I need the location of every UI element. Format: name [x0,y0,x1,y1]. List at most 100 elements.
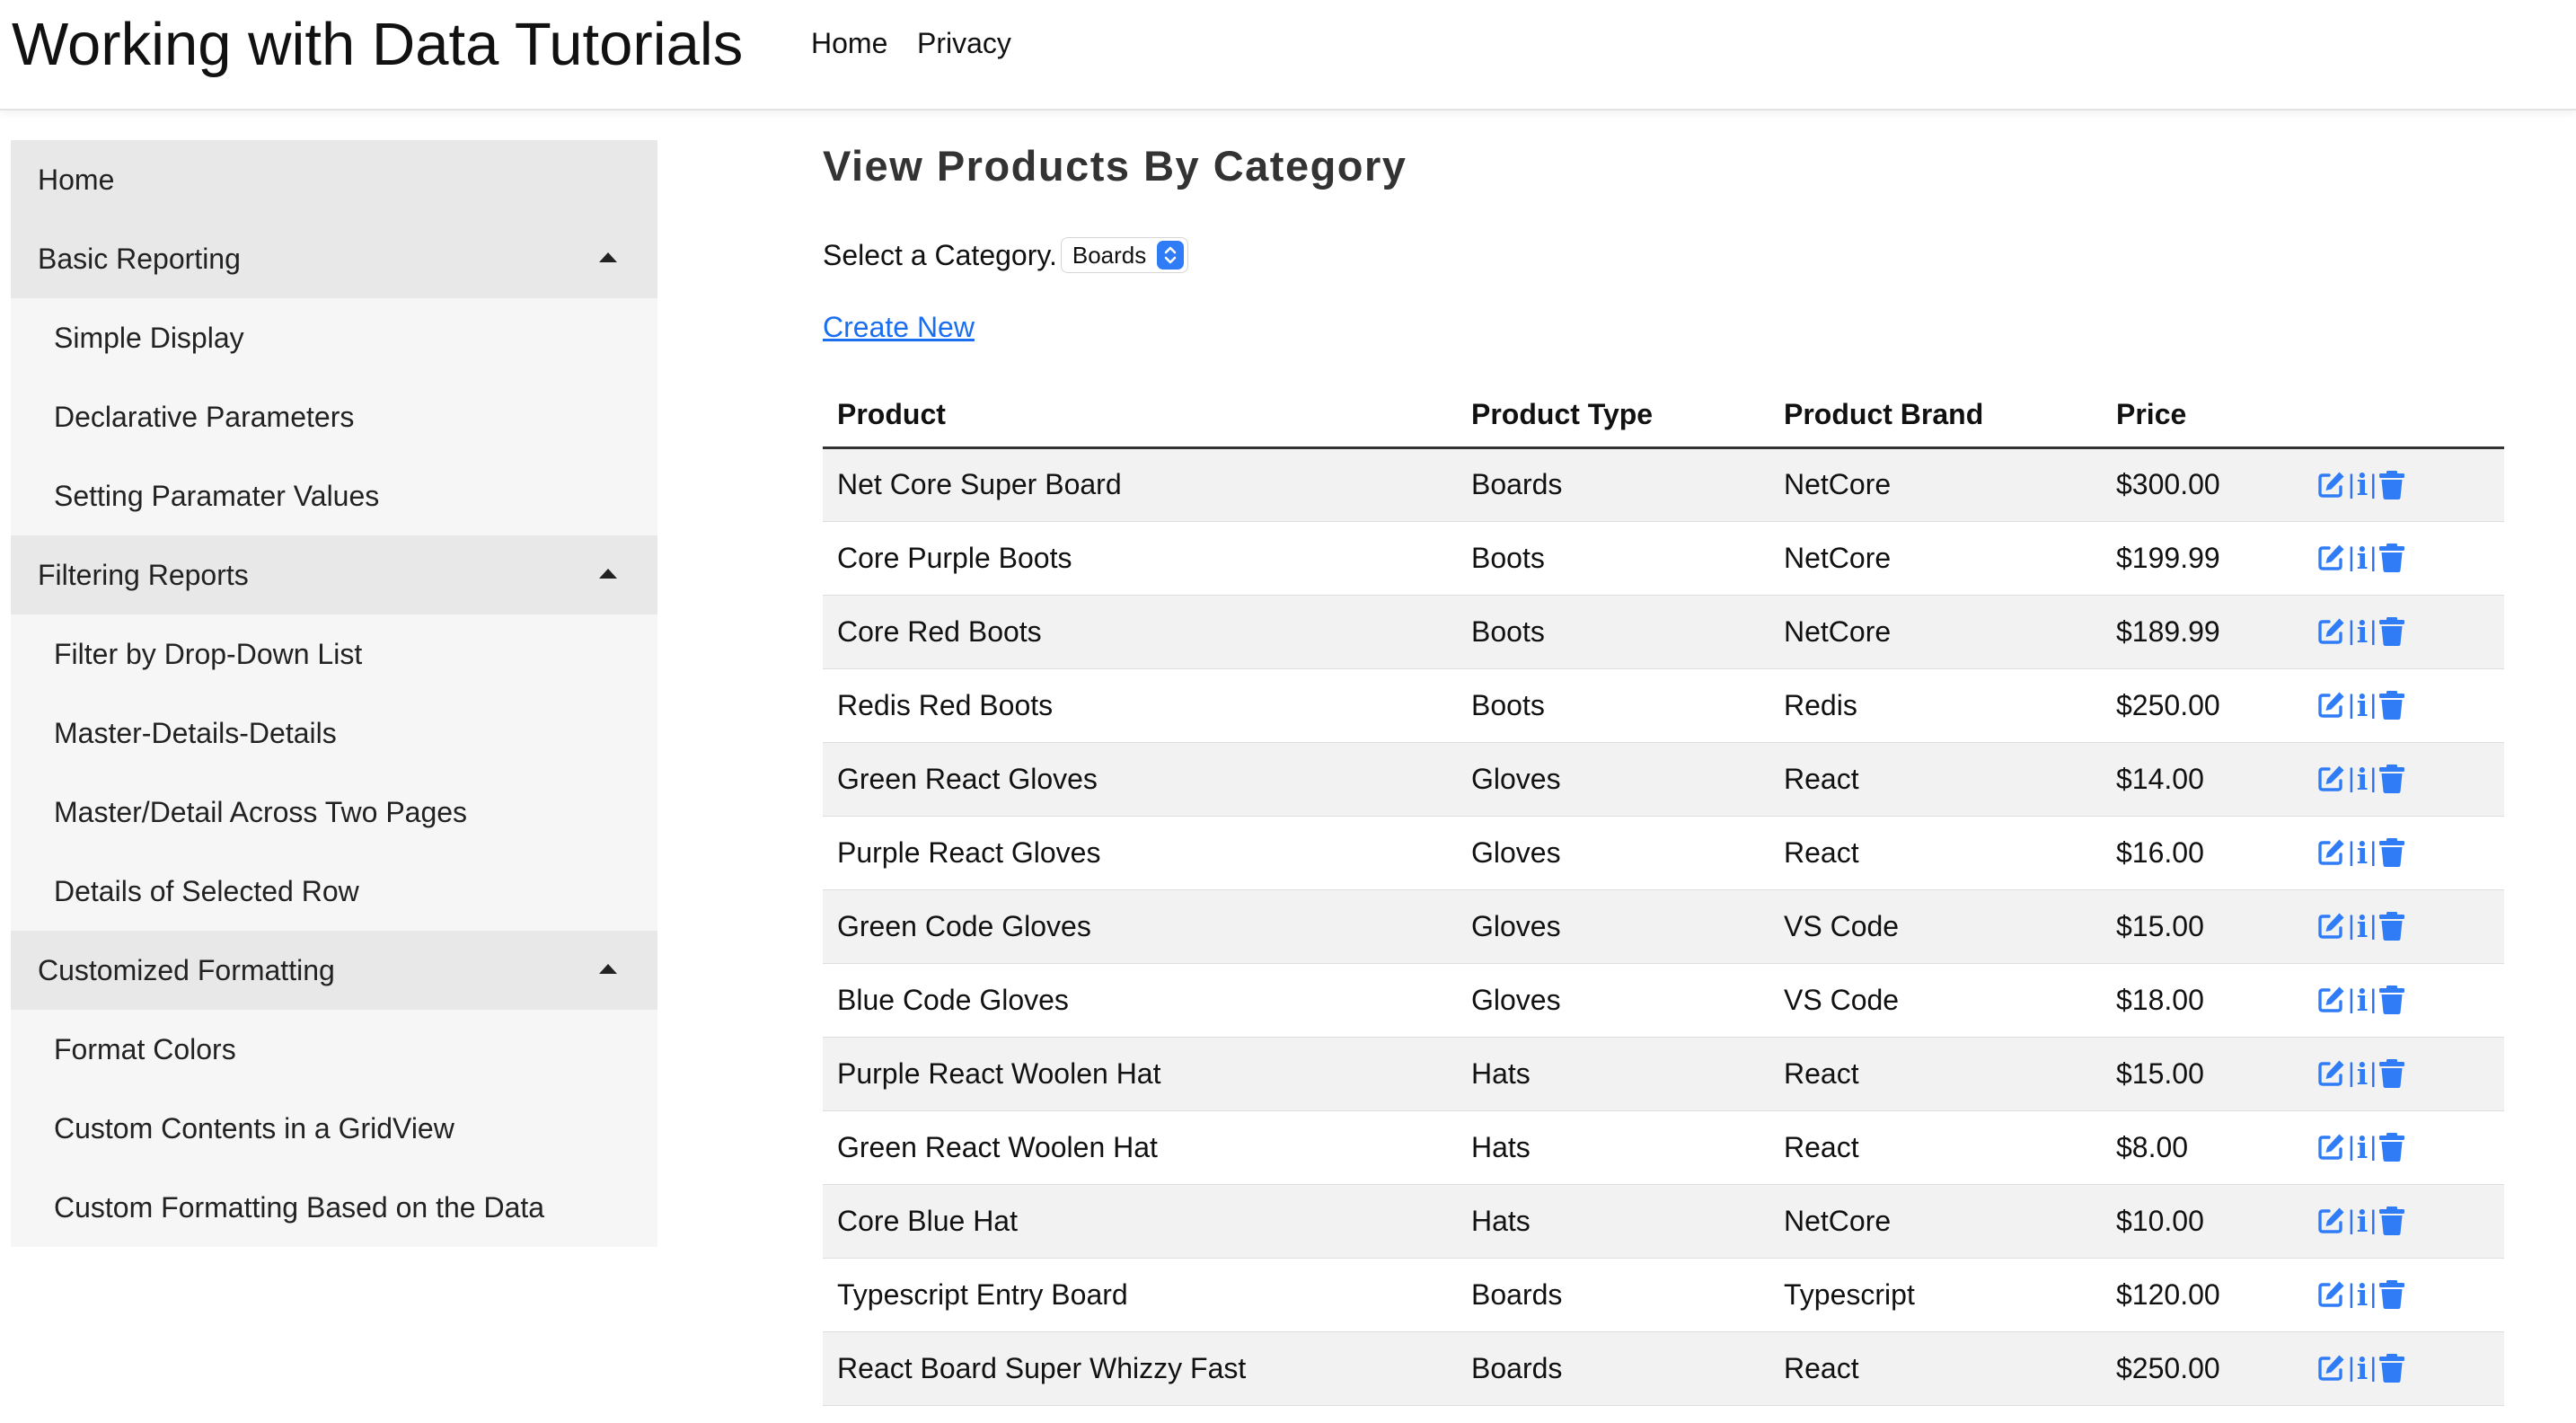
cell-product-type: Boots [1457,521,1769,596]
sidebar-item-label: Basic Reporting [38,242,241,275]
sidebar-item-declarative-parameters[interactable]: Declarative Parameters [11,377,657,456]
sidebar-item-setting-parameter-values[interactable]: Setting Paramater Values [11,456,657,535]
action-separator: | [2369,1058,2378,1088]
table-row: Green React Woolen Hat Hats React $8.00 … [823,1110,2504,1185]
trash-icon[interactable] [2378,1132,2405,1162]
cell-product-brand: NetCore [1769,595,2102,669]
info-icon[interactable]: i [2357,617,2369,647]
cell-product: Green Code Gloves [823,889,1457,964]
info-icon[interactable]: i [2357,1206,2369,1236]
action-separator: | [2369,1132,2378,1162]
cell-actions: | i | [2301,742,2504,817]
sidebar-item-custom-contents-gridview[interactable]: Custom Contents in a GridView [11,1089,657,1168]
trash-icon[interactable] [2378,543,2405,573]
edit-icon[interactable] [2316,690,2346,720]
sidebar-section-customized-formatting[interactable]: Customized Formatting [11,931,657,1010]
sidebar-item-master-details-details[interactable]: Master-Details-Details [11,694,657,773]
sidebar-item-details-selected-row[interactable]: Details of Selected Row [11,852,657,931]
cell-product-brand: React [1769,1331,2102,1406]
trash-icon[interactable] [2378,1353,2405,1383]
action-separator: | [2348,616,2355,646]
sidebar-item-custom-formatting-data[interactable]: Custom Formatting Based on the Data [11,1168,657,1247]
products-table: Product Product Type Product Brand Price… [823,383,2504,1406]
sidebar-item-label: Master-Details-Details [54,716,337,749]
column-header-actions [2301,383,2504,449]
cell-product-type: Boards [1457,447,1769,522]
edit-icon[interactable] [2316,470,2346,500]
info-icon[interactable]: i [2357,1133,2369,1162]
edit-icon[interactable] [2316,985,2346,1015]
info-icon[interactable]: i [2357,1280,2369,1310]
cell-price: $250.00 [2102,1331,2301,1406]
cell-price: $120.00 [2102,1258,2301,1332]
info-icon[interactable]: i [2357,912,2369,941]
info-icon[interactable]: i [2357,544,2369,573]
cell-actions: | i | [2301,447,2504,522]
action-separator: | [2369,985,2378,1014]
info-icon[interactable]: i [2357,838,2369,868]
cell-product-type: Boards [1457,1258,1769,1332]
sidebar-item-simple-display[interactable]: Simple Display [11,298,657,377]
sidebar-item-label: Filtering Reports [38,558,249,591]
nav-home-link[interactable]: Home [811,23,887,63]
trash-icon[interactable] [2378,985,2405,1015]
edit-icon[interactable] [2316,1058,2346,1089]
trash-icon[interactable] [2378,764,2405,794]
cell-product-type: Gloves [1457,963,1769,1038]
sidebar-item-home[interactable]: Home [11,140,657,219]
trash-icon[interactable] [2378,837,2405,868]
trash-icon[interactable] [2378,1279,2405,1310]
trash-icon[interactable] [2378,1058,2405,1089]
sidebar-item-label: Filter by Drop-Down List [54,637,363,670]
edit-icon[interactable] [2316,616,2346,647]
sidebar-section-filtering-reports[interactable]: Filtering Reports [11,535,657,614]
cell-actions: | i | [2301,1331,2504,1406]
edit-icon[interactable] [2316,837,2346,868]
cell-product-type: Boards [1457,1331,1769,1406]
sidebar-item-label: Master/Detail Across Two Pages [54,795,468,828]
sidebar-section-basic-reporting[interactable]: Basic Reporting [11,219,657,298]
trash-icon[interactable] [2378,911,2405,941]
table-row: Core Blue Hat Hats NetCore $10.00 | i | [823,1184,2504,1259]
edit-icon[interactable] [2316,1206,2346,1236]
sidebar-item-master-detail-two-pages[interactable]: Master/Detail Across Two Pages [11,773,657,852]
edit-icon[interactable] [2316,764,2346,794]
action-separator: | [2348,911,2355,941]
edit-icon[interactable] [2316,1132,2346,1162]
create-new-link[interactable]: Create New [823,304,975,350]
caret-up-icon[interactable] [599,964,617,974]
sidebar-item-filter-by-dropdown[interactable]: Filter by Drop-Down List [11,614,657,694]
info-icon[interactable]: i [2357,765,2369,794]
sidebar-item-label: Home [38,163,115,196]
site-brand[interactable]: Working with Data Tutorials [12,11,743,79]
trash-icon[interactable] [2378,690,2405,720]
edit-icon[interactable] [2316,543,2346,573]
edit-icon[interactable] [2316,1353,2346,1383]
info-icon[interactable]: i [2357,985,2369,1015]
trash-icon[interactable] [2378,1206,2405,1236]
sidebar-item-format-colors[interactable]: Format Colors [11,1010,657,1089]
cell-product-brand: React [1769,816,2102,890]
cell-product: Green React Gloves [823,742,1457,817]
trash-icon[interactable] [2378,616,2405,647]
table-row: Green React Gloves Gloves React $14.00 |… [823,742,2504,817]
cell-product: Purple React Woolen Hat [823,1037,1457,1111]
table-row: Redis Red Boots Boots Redis $250.00 | i … [823,668,2504,743]
cell-product-type: Gloves [1457,816,1769,890]
info-icon[interactable]: i [2357,1354,2369,1383]
info-icon[interactable]: i [2357,691,2369,720]
caret-up-icon[interactable] [599,569,617,579]
edit-icon[interactable] [2316,911,2346,941]
trash-icon[interactable] [2378,470,2405,500]
category-select[interactable]: Boards [1060,237,1189,273]
caret-up-icon[interactable] [599,252,617,262]
sidebar-item-label: Customized Formatting [38,953,335,986]
table-header-row: Product Product Type Product Brand Price [823,383,2504,449]
cell-product-brand: VS Code [1769,889,2102,964]
edit-icon[interactable] [2316,1279,2346,1310]
sidebar-item-label: Format Colors [54,1032,236,1065]
nav-privacy-link[interactable]: Privacy [917,23,1011,63]
info-icon[interactable]: i [2357,470,2369,499]
table-row: Blue Code Gloves Gloves VS Code $18.00 |… [823,963,2504,1038]
info-icon[interactable]: i [2357,1059,2369,1089]
